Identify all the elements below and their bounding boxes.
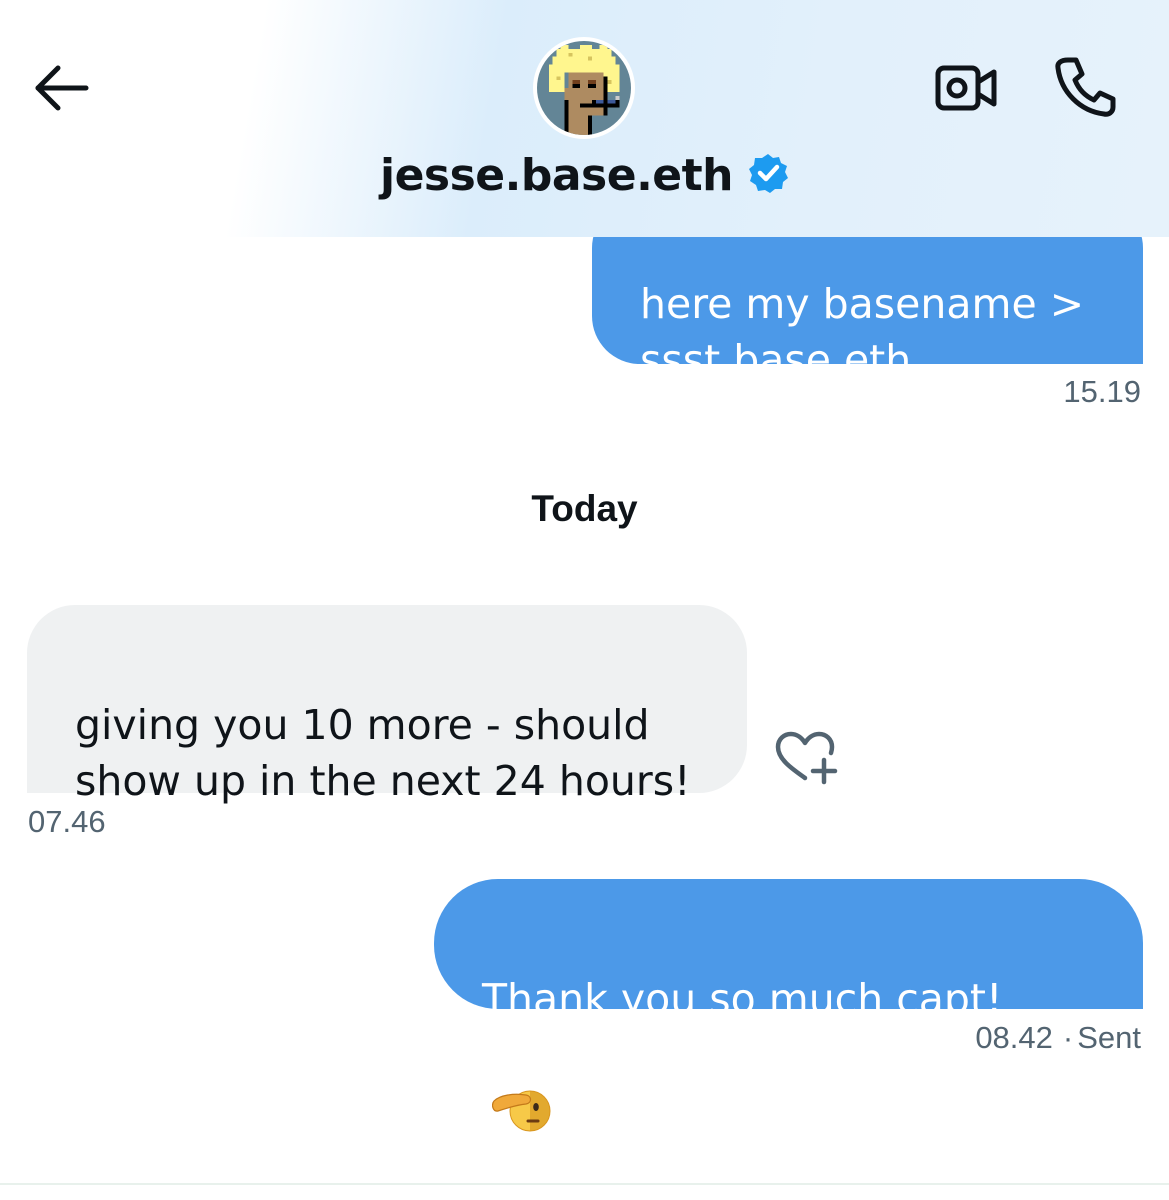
message-timestamp: 15.19 — [1063, 374, 1141, 409]
message-text: giving you 10 more - should show up in t… — [75, 701, 691, 805]
pixel-punk-avatar[interactable] — [533, 37, 635, 139]
conversation-title[interactable]: jesse.base.eth — [0, 150, 1169, 201]
separator-dot: · — [1062, 1020, 1074, 1055]
heart-plus-icon[interactable] — [772, 728, 842, 788]
message-status: Sent — [1077, 1020, 1141, 1055]
video-camera-icon[interactable] — [934, 60, 1000, 116]
message-text: Thank you so much capt! — [482, 975, 1003, 1023]
divider — [0, 1183, 1169, 1185]
message-timestamp: 08.42 — [975, 1020, 1053, 1055]
conversation-header: jesse.base.eth — [0, 0, 1169, 237]
username: jesse.base.eth — [380, 150, 734, 201]
message-timestamp-status: 08.42 · Sent — [975, 1020, 1141, 1056]
verified-badge-icon — [747, 152, 789, 194]
dm-conversation-screen: here my basename > ssst.base.eth 15.19 T… — [0, 0, 1169, 1200]
arrow-left-icon[interactable] — [30, 60, 92, 116]
message-timestamp: 07.46 — [28, 804, 106, 839]
message-bubble-outgoing[interactable]: Thank you so much capt! — [434, 879, 1143, 1132]
phone-icon[interactable] — [1052, 54, 1118, 120]
message-bubble-incoming[interactable]: giving you 10 more - should show up in t… — [27, 605, 747, 805]
message-text: here my basename > ssst.base.eth — [640, 280, 1085, 384]
saluting-face-emoji — [492, 1027, 552, 1149]
day-separator: Today — [531, 488, 638, 529]
